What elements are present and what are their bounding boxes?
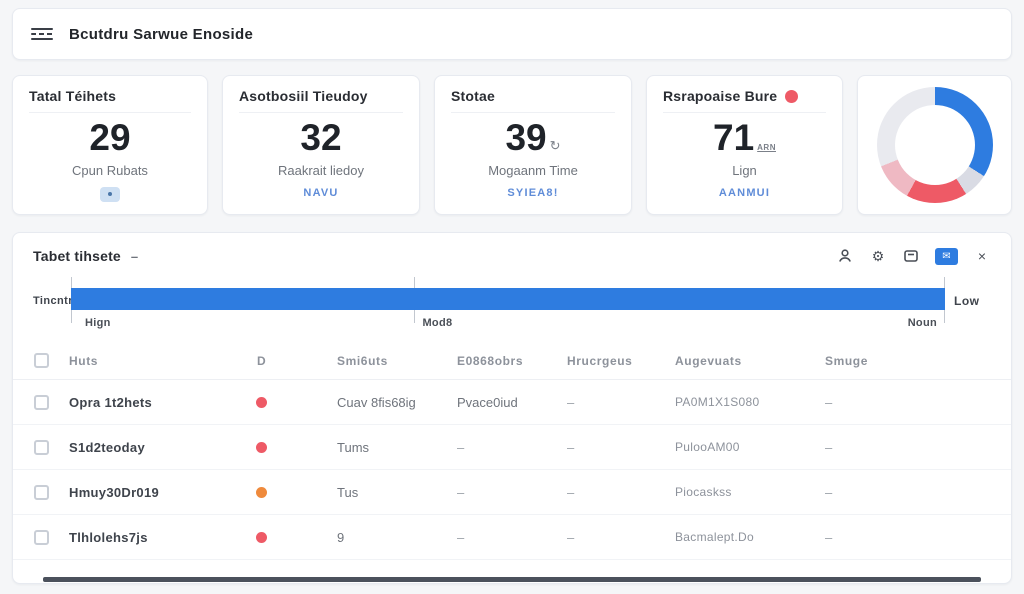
priority-slider-section: Tincntr Hign Mod8 Noun Low [13,271,1011,337]
stats-row: Tatal Téihets 29 Cpun Rubats Asotbosiil … [12,75,1012,215]
unit-label: ARN [757,143,776,152]
stat-subtitle: Raakrait liedoy [239,163,403,178]
column-header: D [251,354,337,368]
stat-card-status: Stotae 39 ↻ Mogaanm Time SYIEA8! [434,75,632,215]
slider-tick-label: Noun [908,317,937,329]
table-header-row: Huts D Smi6uts E0868obrs Hrucrgeus Augev… [13,342,1011,380]
select-all-checkbox[interactable] [34,353,49,368]
ticket-title: Opra 1t2hets [69,395,251,410]
stat-footer-link[interactable]: NAVU [239,187,403,199]
stat-number: 39 [505,117,546,158]
table-row[interactable]: Tlhlolehs7js 9 – – Bacmalept.Do – [13,515,1011,560]
stat-subtitle: Lign [663,163,826,178]
stat-card-total-tickets: Tatal Téihets 29 Cpun Rubats [12,75,208,215]
cell-code: Piocaskss [675,485,825,499]
horizontal-scrollbar[interactable] [43,577,981,582]
priority-badge [256,487,267,498]
status-cell: 9 [337,530,457,545]
donut-card [857,75,1012,215]
user-icon[interactable] [836,247,854,265]
column-header: Hrucrgeus [567,354,675,368]
priority-slider-bar[interactable] [71,288,945,310]
cell: – [567,485,675,500]
top-header-bar: Bcutdru Sarwue Enoside [12,8,1012,60]
stat-title: Asotbosiil Tieudoy [239,88,368,104]
column-header: Augevuats [675,354,825,368]
table-row[interactable]: S1d2teoday Tums – – PulooAM00 – [13,425,1011,470]
column-header: E0868obrs [457,354,567,368]
info-icon[interactable] [100,187,120,202]
row-checkbox[interactable] [34,395,49,410]
archive-icon[interactable] [902,247,920,265]
slider-tick-label: Hign [85,317,111,329]
stat-value: 39 ↻ [451,119,615,158]
stat-value: 29 [29,119,191,158]
slider-right-label: Low [945,294,991,308]
cell-code: PulooAM00 [675,440,825,454]
row-checkbox[interactable] [34,530,49,545]
cell: – [567,530,675,545]
stat-title: Stotae [451,88,495,104]
cell: Pvace0iud [457,395,567,410]
gear-icon[interactable]: ⚙ [869,247,887,265]
status-dot [785,90,798,103]
status-cell: Cuav 8fis68ig [337,395,457,410]
cell: – [567,440,675,455]
dropdown-caret-icon[interactable]: – [131,249,138,264]
column-header: Smuge [825,354,1011,368]
row-checkbox[interactable] [34,485,49,500]
mail-button-icon[interactable]: ✉ [935,248,958,265]
cell: – [825,485,1011,500]
slider-left-label: Tincntr [33,295,71,307]
cell: – [457,530,567,545]
cell: – [825,440,1011,455]
cell: – [825,395,1011,410]
column-header: Huts [69,354,251,368]
cell: – [567,395,675,410]
page-title: Bcutdru Sarwue Enoside [69,26,253,43]
donut-chart [877,87,993,203]
table-row[interactable]: Hmuy30Dr019 Tus – – Piocaskss – [13,470,1011,515]
stat-footer-link[interactable]: SYIEA8! [451,187,615,199]
status-cell: Tums [337,440,457,455]
ticket-title: Hmuy30Dr019 [69,485,251,500]
cell-code: PA0M1X1S080 [675,395,825,409]
ticket-title: Tlhlolehs7js [69,530,251,545]
tickets-table: Huts D Smi6uts E0868obrs Hrucrgeus Augev… [13,342,1011,560]
cell: – [457,440,567,455]
cell: – [825,530,1011,545]
table-row[interactable]: Opra 1t2hets Cuav 8fis68ig Pvace0iud – P… [13,380,1011,425]
priority-badge [256,532,267,543]
tickets-panel: Tabet tihsete – ⚙ ✉ × Tincntr [12,232,1012,584]
donut-hole [895,105,975,185]
stat-subtitle: Mogaanm Time [451,163,615,178]
slider-tick-label: Mod8 [422,317,452,329]
refresh-icon: ↻ [550,138,561,153]
ticket-title: S1d2teoday [69,440,251,455]
stat-value: 71ARN [663,119,826,158]
stat-value: 32 [239,119,403,158]
cell-code: Bacmalept.Do [675,530,825,544]
row-checkbox[interactable] [34,440,49,455]
stat-title: Rsrapoaise Bure [663,88,777,104]
panel-toolbar: ⚙ ✉ × [836,247,991,265]
cell: – [457,485,567,500]
panel-header: Tabet tihsete – ⚙ ✉ × [13,233,1011,271]
stat-card-resolved: Asotbosiil Tieudoy 32 Raakrait liedoy NA… [222,75,420,215]
panel-title: Tabet tihsete [33,248,121,264]
status-cell: Tus [337,485,457,500]
stat-number: 71 [713,117,754,158]
stat-subtitle: Cpun Rubats [29,163,191,178]
dashboard-page: Bcutdru Sarwue Enoside Tatal Téihets 29 … [0,0,1024,594]
priority-badge [256,442,267,453]
column-header: Smi6uts [337,354,457,368]
menu-list-icon[interactable] [31,28,53,40]
priority-badge [256,397,267,408]
stat-title: Tatal Téihets [29,88,116,104]
stat-card-response: Rsrapoaise Bure 71ARN Lign AANMUI [646,75,843,215]
stat-footer-link[interactable]: AANMUI [663,187,826,199]
slider-track: Hign Mod8 Noun [71,279,945,337]
close-icon[interactable]: × [973,247,991,265]
